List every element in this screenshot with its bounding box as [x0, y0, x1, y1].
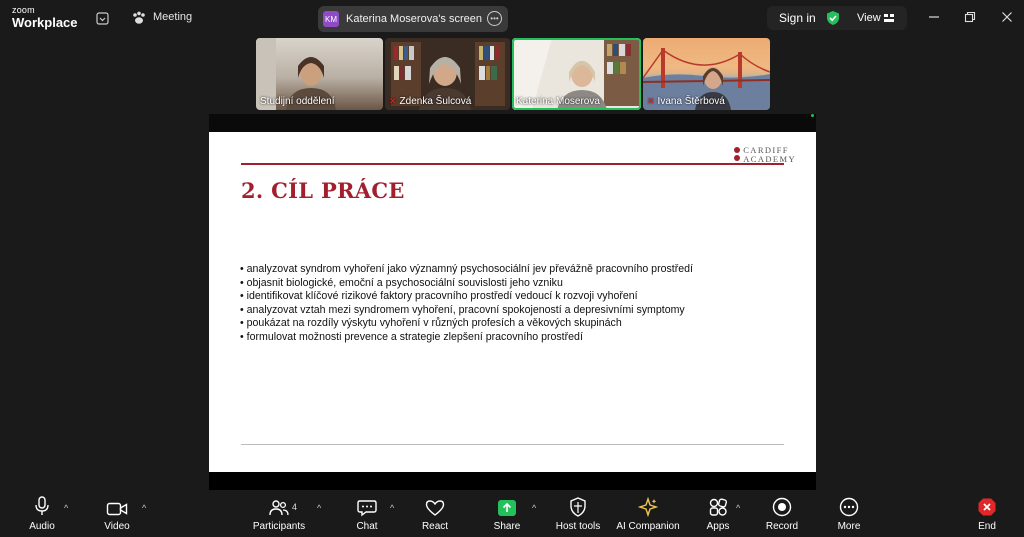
share-screen-icon	[498, 500, 516, 516]
video-tile-2[interactable]: ✕ Zdenka Šulcová	[385, 38, 510, 110]
account-group: Sign in View	[767, 6, 907, 30]
audio-label: Audio	[29, 521, 55, 532]
meeting-paw-icon	[131, 11, 147, 25]
presenter-avatar: KM	[323, 11, 339, 27]
record-icon	[772, 497, 792, 517]
more-icon	[839, 497, 859, 517]
tile-name-4-text: Ivana Štěrbová	[657, 96, 725, 107]
restore-icon[interactable]	[963, 10, 977, 24]
more-button[interactable]: More	[834, 491, 864, 537]
ai-companion-sparkle-icon	[638, 497, 658, 517]
share-screen-button[interactable]: Share	[491, 491, 523, 537]
video-button[interactable]: Video	[99, 491, 135, 537]
record-label: Record	[765, 521, 799, 532]
video-label: Video	[104, 521, 130, 532]
participants-options-chevron-icon[interactable]: ^	[317, 503, 321, 513]
audio-button[interactable]: Audio	[24, 491, 60, 537]
host-tools-shield-icon	[570, 497, 586, 517]
end-meeting-button[interactable]: End	[974, 491, 1000, 537]
logo-line-2: ACADEMY	[743, 153, 796, 164]
grid-view-icon	[883, 14, 894, 23]
title-bar: zoom Workplace Meeting KM Katerina Moser…	[0, 0, 1024, 36]
apps-icon	[709, 498, 728, 516]
meeting-label[interactable]: Meeting	[153, 11, 192, 23]
footer-rule	[241, 444, 784, 445]
participants-label: Participants	[252, 521, 306, 532]
more-label: More	[837, 521, 861, 532]
bullet-item: • objasnit biologické, emoční a psychoso…	[240, 276, 563, 289]
logo-dots	[734, 147, 741, 163]
bullet-item: • poukázat na rozdíly výskytu vyhoření v…	[240, 317, 622, 329]
end-label: End	[978, 521, 996, 532]
share-indicator-text: Katerina Moserova's screen	[346, 13, 482, 25]
react-label: React	[421, 521, 449, 532]
chat-label: Chat	[356, 521, 378, 532]
heart-icon	[425, 500, 445, 516]
video-camera-icon	[106, 502, 128, 516]
tile-name-1: Studijní oddělení	[260, 96, 335, 107]
apps-options-chevron-icon[interactable]: ^	[736, 503, 740, 513]
bullet-item: • analyzovat vztah mezi syndromem vyhoře…	[240, 303, 685, 316]
share-options-chevron-icon[interactable]: ^	[532, 503, 536, 513]
participants-button[interactable]: Participants	[248, 491, 310, 537]
participants-icon	[269, 500, 289, 516]
muted-mic-icon: ✕	[647, 96, 655, 106]
bullet-item: • analyzovat syndrom vyhoření jako význa…	[240, 263, 693, 275]
zoom-window: zoom Workplace Meeting KM Katerina Moser…	[0, 0, 1024, 537]
zoom-logo: zoom Workplace	[12, 5, 78, 30]
bullet-item: • identifikovat klíčové rizikové faktory…	[240, 290, 638, 302]
tile-name-3: Katerina Moserova	[516, 96, 600, 107]
apps-label: Apps	[706, 521, 730, 532]
bullet-item: • formulovat možnosti prevence a strateg…	[240, 330, 583, 343]
react-button[interactable]: React	[418, 491, 452, 537]
end-meeting-icon	[978, 498, 996, 516]
share-indicator-pill[interactable]: KM Katerina Moserova's screen •••	[318, 6, 508, 32]
view-button[interactable]: View	[857, 12, 894, 24]
share-options-icon[interactable]: •••	[487, 11, 502, 26]
slide-title: 2. CÍL PRÁCE	[241, 178, 405, 203]
brand-main: Workplace	[12, 15, 78, 30]
video-tile-1[interactable]: Studijní oddělení	[256, 38, 383, 110]
record-button[interactable]: Record	[764, 491, 800, 537]
ai-companion-button[interactable]: AI Companion	[614, 491, 682, 537]
host-tools-button[interactable]: Host tools	[553, 491, 603, 537]
share-active-dot	[811, 114, 814, 117]
chat-options-chevron-icon[interactable]: ^	[390, 503, 394, 513]
tile-name-4: ✕ Ivana Štěrbová	[647, 96, 725, 107]
presentation-slide: CARDIFF ACADEMY 2. CÍL PRÁCE • analyzova…	[209, 132, 816, 472]
tile-name-2-text: Zdenka Šulcová	[399, 96, 472, 107]
host-tools-label: Host tools	[555, 521, 601, 532]
sign-in-button[interactable]: Sign in	[779, 11, 816, 25]
video-tile-4[interactable]: ✕ Ivana Štěrbová	[643, 38, 770, 110]
muted-mic-icon: ✕	[389, 96, 397, 106]
audio-options-chevron-icon[interactable]: ^	[64, 503, 68, 513]
slide-top-bar	[209, 114, 816, 132]
title-rule	[241, 163, 784, 165]
microphone-icon	[35, 496, 49, 515]
brand-top: zoom	[12, 5, 35, 15]
minimize-icon[interactable]	[927, 10, 941, 24]
apps-button[interactable]: Apps	[704, 491, 732, 537]
tile-name-2: ✕ Zdenka Šulcová	[389, 96, 471, 107]
video-tile-3[interactable]: Katerina Moserova	[512, 38, 641, 110]
bullet-list: • analyzovat syndrom vyhoření jako význa…	[240, 263, 800, 344]
participant-count-badge: 4	[292, 502, 298, 512]
video-options-chevron-icon[interactable]: ^	[142, 503, 146, 513]
notifications-icon[interactable]	[95, 11, 109, 25]
chat-icon	[357, 500, 377, 517]
share-label: Share	[493, 521, 521, 532]
meeting-toolbar: Audio ^ Video ^ Participants 4 ^ Chat ^ …	[0, 491, 1024, 537]
view-label: View	[857, 12, 881, 24]
chat-button[interactable]: Chat	[352, 491, 382, 537]
close-icon[interactable]	[1000, 10, 1014, 24]
cardiff-academy-logo: CARDIFF ACADEMY	[734, 146, 796, 163]
security-shield-icon[interactable]	[825, 10, 841, 26]
ai-companion-label: AI Companion	[616, 521, 680, 532]
shared-screen: CARDIFF ACADEMY 2. CÍL PRÁCE • analyzova…	[209, 114, 816, 490]
